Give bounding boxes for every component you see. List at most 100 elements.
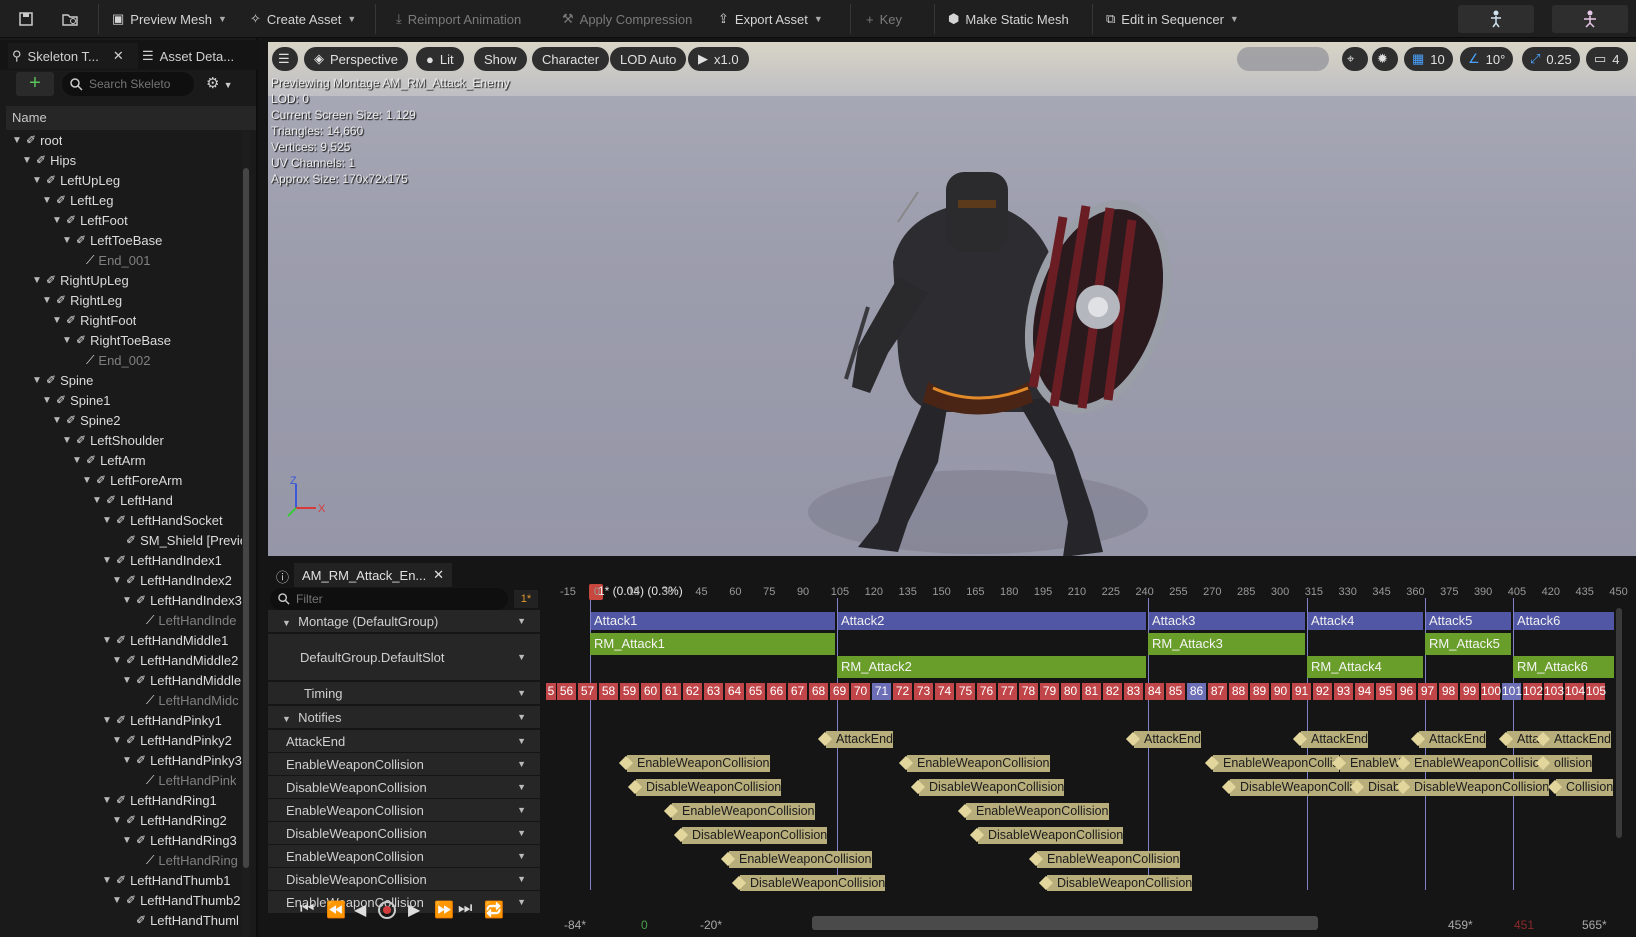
timing-frame[interactable]: 74 (935, 683, 954, 700)
preview-viewport[interactable]: ☰ ◈ Perspective ● Lit Show Character LOD A… (268, 42, 1636, 556)
bone-row[interactable]: ⟋ LeftHandRing (132, 850, 238, 870)
expand-icon[interactable]: ▼ (52, 315, 62, 326)
bone-row[interactable]: ▼ ✐ LeftLeg (42, 190, 113, 210)
perspective-button[interactable]: ◈ Perspective (304, 47, 408, 71)
chevron-down-icon[interactable]: ▼ (517, 897, 526, 907)
timing-frame[interactable]: 68 (809, 683, 828, 700)
save-icon[interactable] (12, 5, 40, 33)
expand-icon[interactable]: ▼ (52, 215, 62, 226)
chevron-down-icon[interactable]: ▼ (517, 652, 526, 662)
timing-frame[interactable]: 86 (1187, 683, 1206, 700)
tab-asset-details[interactable]: ☰ Asset Deta... (142, 43, 234, 69)
notify-event[interactable]: AttackEnd (1419, 731, 1486, 748)
export-asset-button[interactable]: ⇪ Export Asset ▼ (712, 5, 829, 33)
bone-row[interactable]: ✐ LeftHandThuml (122, 910, 239, 930)
notify-event[interactable]: EnableWeaponCollision (729, 851, 872, 868)
notify-event[interactable]: EnableWeaponCollision (966, 803, 1109, 820)
timing-frame[interactable]: 103 (1544, 683, 1564, 700)
notify-event[interactable]: DisableWeaponCollision (1404, 779, 1550, 796)
bone-row[interactable]: ▼ ✐ Spine2 (52, 410, 121, 430)
tab-montage-asset[interactable]: AM_RM_Attack_En... ✕ (294, 563, 452, 587)
notify-event[interactable]: AttackEnd (826, 731, 893, 748)
loop-button[interactable]: 🔁 (484, 900, 504, 920)
timing-frame[interactable]: 96 (1397, 683, 1416, 700)
section-5[interactable]: Attack5 (1425, 612, 1511, 630)
bone-row[interactable]: ▼ ✐ Spine1 (42, 390, 111, 410)
filter-field[interactable] (270, 588, 508, 610)
chevron-down-icon[interactable]: ▼ (517, 759, 526, 769)
play-reverse-button[interactable]: ◀ (354, 900, 366, 920)
bone-row[interactable]: ▼ ✐ Spine (32, 370, 93, 390)
timing-frame[interactable]: 81 (1082, 683, 1101, 700)
bone-row[interactable]: ▼ ✐ LeftHandRing3 (122, 830, 237, 850)
timing-frame[interactable]: 100 (1481, 683, 1501, 700)
expand-icon[interactable]: ▼ (92, 495, 102, 506)
bone-row[interactable]: ▼ ✐ LeftHandThumb2 (112, 890, 241, 910)
notify-track-row[interactable]: EnableWeaponCollision ▼ (268, 753, 540, 775)
timing-frame[interactable]: 72 (893, 683, 912, 700)
expand-icon[interactable]: ▼ (102, 555, 112, 566)
tree-scrollbar[interactable] (242, 130, 250, 937)
edit-in-sequencer-button[interactable]: ⧉ Edit in Sequencer ▼ (1100, 5, 1245, 33)
bone-row[interactable]: ▼ ✐ LeftToeBase (62, 230, 162, 250)
slot-row[interactable]: DefaultGroup.DefaultSlot ▼ (268, 634, 540, 680)
expand-icon[interactable]: ▼ (102, 795, 112, 806)
timing-frame[interactable]: 73 (914, 683, 933, 700)
expand-icon[interactable]: ▼ (32, 375, 42, 386)
timing-frame[interactable]: 59 (620, 683, 639, 700)
notify-event[interactable]: EnableWeaponCollision (627, 755, 770, 772)
timing-frame[interactable]: 85 (1166, 683, 1185, 700)
slot-segment[interactable]: RM_Attack5 (1425, 633, 1511, 655)
expand-icon[interactable]: ▼ (62, 335, 72, 346)
timeline-range-scrollbar[interactable] (812, 916, 1318, 930)
step-back-button[interactable]: ⏪ (326, 900, 346, 920)
bone-row[interactable]: ▼ ✐ RightUpLeg (32, 270, 129, 290)
notify-event[interactable]: EnableWeaponCollision (1404, 755, 1547, 772)
bone-row[interactable]: ▼ ✐ LeftHandMiddle (122, 670, 241, 690)
chevron-down-icon[interactable]: ▼ (517, 616, 526, 626)
chevron-down-icon[interactable]: ▼ (517, 736, 526, 746)
expand-icon[interactable]: ▼ (112, 575, 122, 586)
scale-snap-button[interactable]: ⤢ 0.25 (1522, 47, 1580, 71)
timing-frame[interactable]: 64 (725, 683, 744, 700)
grid-snap-button[interactable]: ▦ 10 (1404, 47, 1453, 71)
expand-icon[interactable]: ▼ (72, 455, 82, 466)
chevron-down-icon[interactable]: ▼ (517, 805, 526, 815)
timing-frame[interactable]: 105 (1586, 683, 1606, 700)
timing-row[interactable]: Timing ▼ (268, 682, 540, 704)
close-icon[interactable]: ✕ (113, 48, 124, 64)
expand-icon[interactable]: ▼ (12, 135, 22, 146)
expand-icon[interactable]: ▼ (102, 875, 112, 886)
timing-frame[interactable]: 101 (1502, 683, 1522, 700)
show-button[interactable]: Show (474, 47, 527, 71)
notify-event[interactable]: ollision (1544, 755, 1593, 772)
notify-event[interactable]: EnableWeaponCollision (1037, 851, 1180, 868)
expand-icon[interactable]: ▼ (62, 235, 72, 246)
timing-frame[interactable]: 77 (998, 683, 1017, 700)
timing-frame[interactable]: 61 (662, 683, 681, 700)
timing-frame[interactable]: 69 (830, 683, 849, 700)
apply-compression-button[interactable]: ⚒ Apply Compression (556, 5, 698, 33)
chevron-down-icon[interactable]: ▼ (517, 712, 526, 722)
timing-frame[interactable]: 91 (1292, 683, 1311, 700)
notify-event[interactable]: DisableWeaponCollision (919, 779, 1065, 796)
transform-tools[interactable] (1237, 47, 1329, 71)
notify-event[interactable]: DisableWeaponCollision (740, 875, 886, 891)
record-button[interactable] (378, 901, 396, 919)
playback-speed-button[interactable]: ▶ x1.0 (688, 47, 749, 71)
section-1[interactable]: Attack1 (590, 612, 835, 630)
notify-event[interactable]: DisableWeaponCollision (1047, 875, 1193, 891)
timing-frame[interactable]: 97 (1418, 683, 1437, 700)
rotation-snap-button[interactable]: ∠ 10° (1460, 47, 1514, 71)
tab-skeleton-tree[interactable]: ⚲ Skeleton T... ✕ (8, 43, 138, 69)
expand-icon[interactable]: ▼ (102, 635, 112, 646)
bone-row[interactable]: ✐ SM_Shield [Previe (112, 530, 242, 550)
notify-track-row[interactable]: DisableWeaponCollision ▼ (268, 868, 540, 890)
bone-row[interactable]: ▼ ✐ LeftHandPinky1 (102, 710, 222, 730)
timing-frame[interactable]: 75 (956, 683, 975, 700)
bone-row[interactable]: ▼ ✐ LeftHand (92, 490, 173, 510)
slot-segment[interactable]: RM_Attack2 (837, 656, 1146, 678)
bone-row[interactable]: ⟋ End_002 (72, 350, 150, 370)
viewport-menu-button[interactable]: ☰ (272, 47, 298, 71)
notify-track-row[interactable]: EnableWeaponCollision ▼ (268, 799, 540, 821)
